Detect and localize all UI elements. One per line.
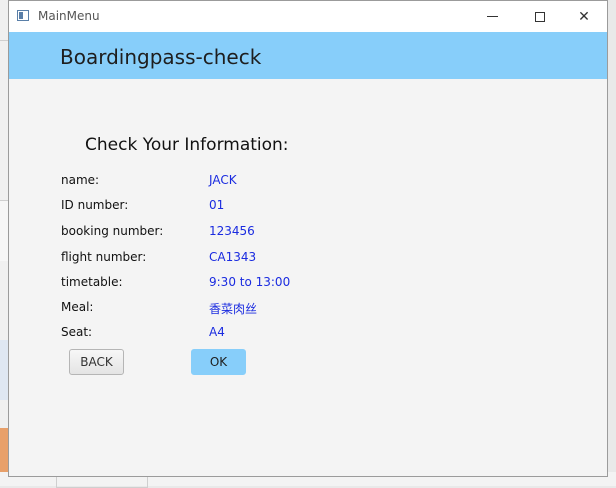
- page-title: Boardingpass-check: [60, 45, 262, 69]
- title-bar[interactable]: MainMenu ✕: [9, 1, 607, 32]
- seat-value: A4: [209, 325, 225, 339]
- maximize-icon: [535, 11, 545, 22]
- main-window: MainMenu ✕ Boardingpass-check Check Your…: [8, 0, 608, 477]
- close-icon: ✕: [578, 8, 590, 25]
- close-button[interactable]: ✕: [561, 1, 607, 32]
- name-label: name:: [61, 173, 100, 187]
- timetable-value: 9:30 to 13:00: [209, 275, 291, 289]
- meal-label: Meal:: [61, 300, 94, 314]
- back-button[interactable]: BACK: [69, 349, 124, 375]
- app-window-icon: [17, 10, 29, 21]
- booking-number-value: 123456: [209, 224, 255, 238]
- id-number-value: 01: [209, 198, 225, 212]
- meal-value: 香菜肉丝: [209, 302, 258, 316]
- minimize-button[interactable]: [469, 1, 515, 32]
- header-bar: Boardingpass-check: [9, 32, 607, 79]
- timetable-label: timetable:: [61, 275, 123, 289]
- ok-button[interactable]: OK: [191, 349, 246, 375]
- seat-label: Seat:: [61, 325, 93, 339]
- flight-number-label: flight number:: [61, 250, 147, 264]
- maximize-button[interactable]: [517, 1, 563, 32]
- booking-number-label: booking number:: [61, 224, 164, 238]
- id-number-label: ID number:: [61, 198, 129, 212]
- window-title: MainMenu: [38, 9, 100, 23]
- flight-number-value: CA1343: [209, 250, 257, 264]
- minimize-icon: [486, 16, 498, 17]
- section-title: Check Your Information:: [85, 135, 289, 155]
- name-value: JACK: [209, 173, 237, 187]
